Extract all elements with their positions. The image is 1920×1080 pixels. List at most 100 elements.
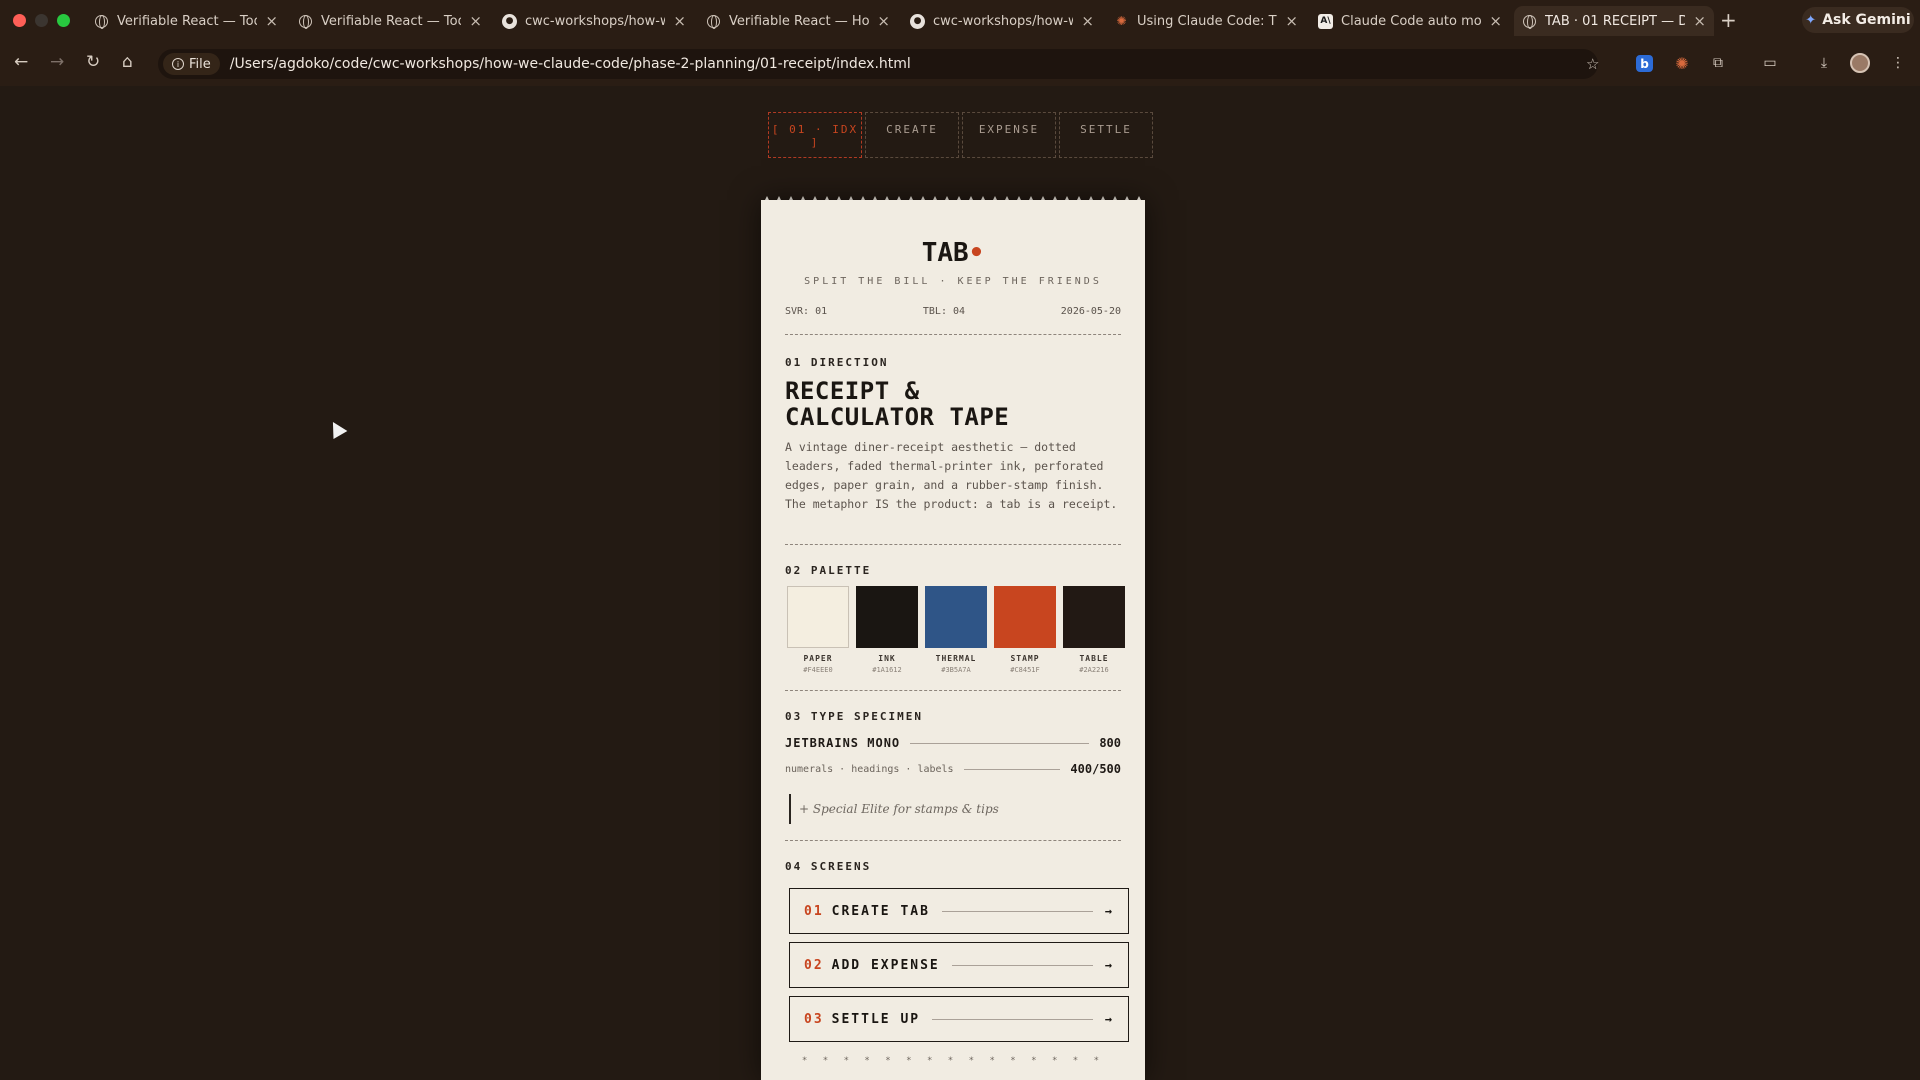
type-row-uses: numerals · headings · labels 400/500 [785,762,1121,776]
menu-kebab-icon[interactable]: ⋮ [1888,52,1908,74]
close-tab-icon[interactable]: × [1285,12,1298,30]
site-info-chip[interactable]: i File [163,53,220,75]
info-icon: i [172,58,184,70]
font-weight: 800 [1099,736,1121,750]
address-bar[interactable]: i File /Users/agdoko/code/cwc-workshops/… [158,49,1598,79]
section-heading-type: 03 TYPE SPECIMEN [785,710,923,723]
swatch-hex: #F4EEE0 [803,666,833,674]
swatch-name: TABLE [1079,654,1109,663]
swatch-ink [856,586,918,648]
extensions-puzzle-icon[interactable]: ⧉ [1708,52,1728,74]
close-tab-icon[interactable]: × [1489,12,1502,30]
logo: TAB• [761,238,1145,268]
url-text[interactable]: /Users/agdoko/code/cwc-workshops/how-we-… [230,56,911,72]
title-line: RECEIPT & [785,377,920,405]
nav-index[interactable]: [ 01 · IDX ] [768,112,862,158]
screen-label: CREATE TAB [831,903,930,919]
browser-tab[interactable]: Verifiable React — Todo × [290,6,490,36]
reload-icon[interactable]: ↻ [86,52,100,72]
globe-icon [1522,14,1537,29]
minimize-window-button[interactable] [35,14,48,27]
anthropic-icon: A\ [1318,13,1333,29]
globe-icon [298,14,313,29]
browser-tab[interactable]: Verifiable React — Todo × [86,6,286,36]
swatch-name: INK [878,654,896,663]
screen-link-create-tab[interactable]: 01 CREATE TAB → [789,888,1129,934]
divider [785,690,1121,691]
swatch-hex: #C8451F [1010,666,1040,674]
ask-gemini-button[interactable]: ✦ Ask Gemini [1802,7,1914,33]
section-heading-direction: 01 DIRECTION [785,356,889,369]
tagline: SPLIT THE BILL · KEEP THE FRIENDS [804,276,1102,287]
github-icon: ● [910,13,925,29]
nav-create[interactable]: CREATE [865,112,959,158]
section-heading-screens: 04 SCREENS [785,860,872,873]
dotted-leader [910,742,1090,744]
receipt-meta: SVR: 01 TBL: 04 2026-05-20 [785,306,1121,317]
divider [785,840,1121,841]
zoom-window-button[interactable] [57,14,70,27]
direction-description: A vintage diner-receipt aesthetic — dott… [785,440,1118,511]
browser-tab[interactable]: Verifiable React — How × [698,6,898,36]
close-tab-icon[interactable]: × [1081,12,1094,30]
swatch-stamp [994,586,1056,648]
arrow-right-icon: → [1104,904,1114,918]
browser-tab-active[interactable]: TAB · 01 RECEIPT — Di × [1514,6,1714,36]
section-heading-palette: 02 PALETTE [785,564,872,577]
back-arrow-icon[interactable]: ← [14,52,28,72]
page-title: RECEIPT & CALCULATOR TAPE [785,378,1121,430]
tab-title: Verifiable React — Todo [117,13,258,29]
browser-tab[interactable]: ● cwc-workshops/how-w × [902,6,1102,36]
nav-expense[interactable]: EXPENSE [962,112,1056,158]
browser-tab[interactable]: A\ Claude Code auto mod × [1310,6,1510,36]
browser-tab[interactable]: ● cwc-workshops/how-w × [494,6,694,36]
swatch-name: PAPER [803,654,833,663]
profile-avatar[interactable] [1850,53,1870,73]
server-number: SVR: 01 [785,306,828,317]
claude-extension-icon[interactable]: ✺ [1672,52,1692,74]
download-icon[interactable]: ⤓ [1814,52,1834,74]
screen-link-add-expense[interactable]: 02 ADD EXPENSE → [789,942,1129,988]
tab-search-icon[interactable]: ▭ [1760,52,1780,74]
swatch-name: STAMP [1010,654,1040,663]
close-tab-icon[interactable]: × [877,12,890,30]
dotted-leader [932,1018,1093,1020]
swatch-table [1063,586,1125,648]
screen-number: 03 [804,1011,824,1027]
type-row-primary: JETBRAINS MONO 800 [785,736,1121,750]
browser-chrome: Verifiable React — Todo × Verifiable Rea… [0,0,1920,86]
close-tab-icon[interactable]: × [265,12,278,30]
divider [785,544,1121,545]
tab-title: Using Claude Code: Th [1137,13,1278,29]
tab-title: cwc-workshops/how-w [525,13,666,29]
browser-tab[interactable]: ✺ Using Claude Code: Th × [1106,6,1306,36]
swatch-thermal [925,586,987,648]
dotted-leader [963,768,1061,770]
special-elite-note: + Special Elite for stamps & tips [789,794,999,824]
font-uses-weight: 400/500 [1070,762,1121,776]
receipt-card: TAB• SPLIT THE BILL · KEEP THE FRIENDS S… [761,200,1145,1080]
tab-title: cwc-workshops/how-w [933,13,1074,29]
close-tab-icon[interactable]: × [673,12,686,30]
forward-arrow-icon[interactable]: → [50,52,64,72]
bitwarden-extension-icon[interactable]: b [1636,55,1653,72]
mouse-cursor [326,418,348,439]
swatch-hex: #3B5A7A [941,666,971,674]
close-window-button[interactable] [13,14,26,27]
new-tab-button[interactable]: + [1720,8,1737,32]
claude-burst-icon: ✺ [1116,14,1127,28]
home-icon[interactable]: ⌂ [122,52,133,72]
dotted-leader [941,910,1093,912]
github-icon: ● [502,13,517,29]
bookmark-star-icon[interactable]: ☆ [1586,55,1599,73]
divider [785,334,1121,335]
close-tab-icon[interactable]: × [469,12,482,30]
font-uses: numerals · headings · labels [785,763,954,775]
page-nav: [ 01 · IDX ] CREATE EXPENSE SETTLE [768,112,1156,158]
table-number: TBL: 04 [922,306,966,317]
nav-settle[interactable]: SETTLE [1059,112,1153,158]
screen-link-settle-up[interactable]: 03 SETTLE UP → [789,996,1129,1042]
ask-gemini-label: Ask Gemini [1822,12,1911,28]
close-tab-icon[interactable]: × [1693,12,1706,30]
swatch-paper [787,586,849,648]
